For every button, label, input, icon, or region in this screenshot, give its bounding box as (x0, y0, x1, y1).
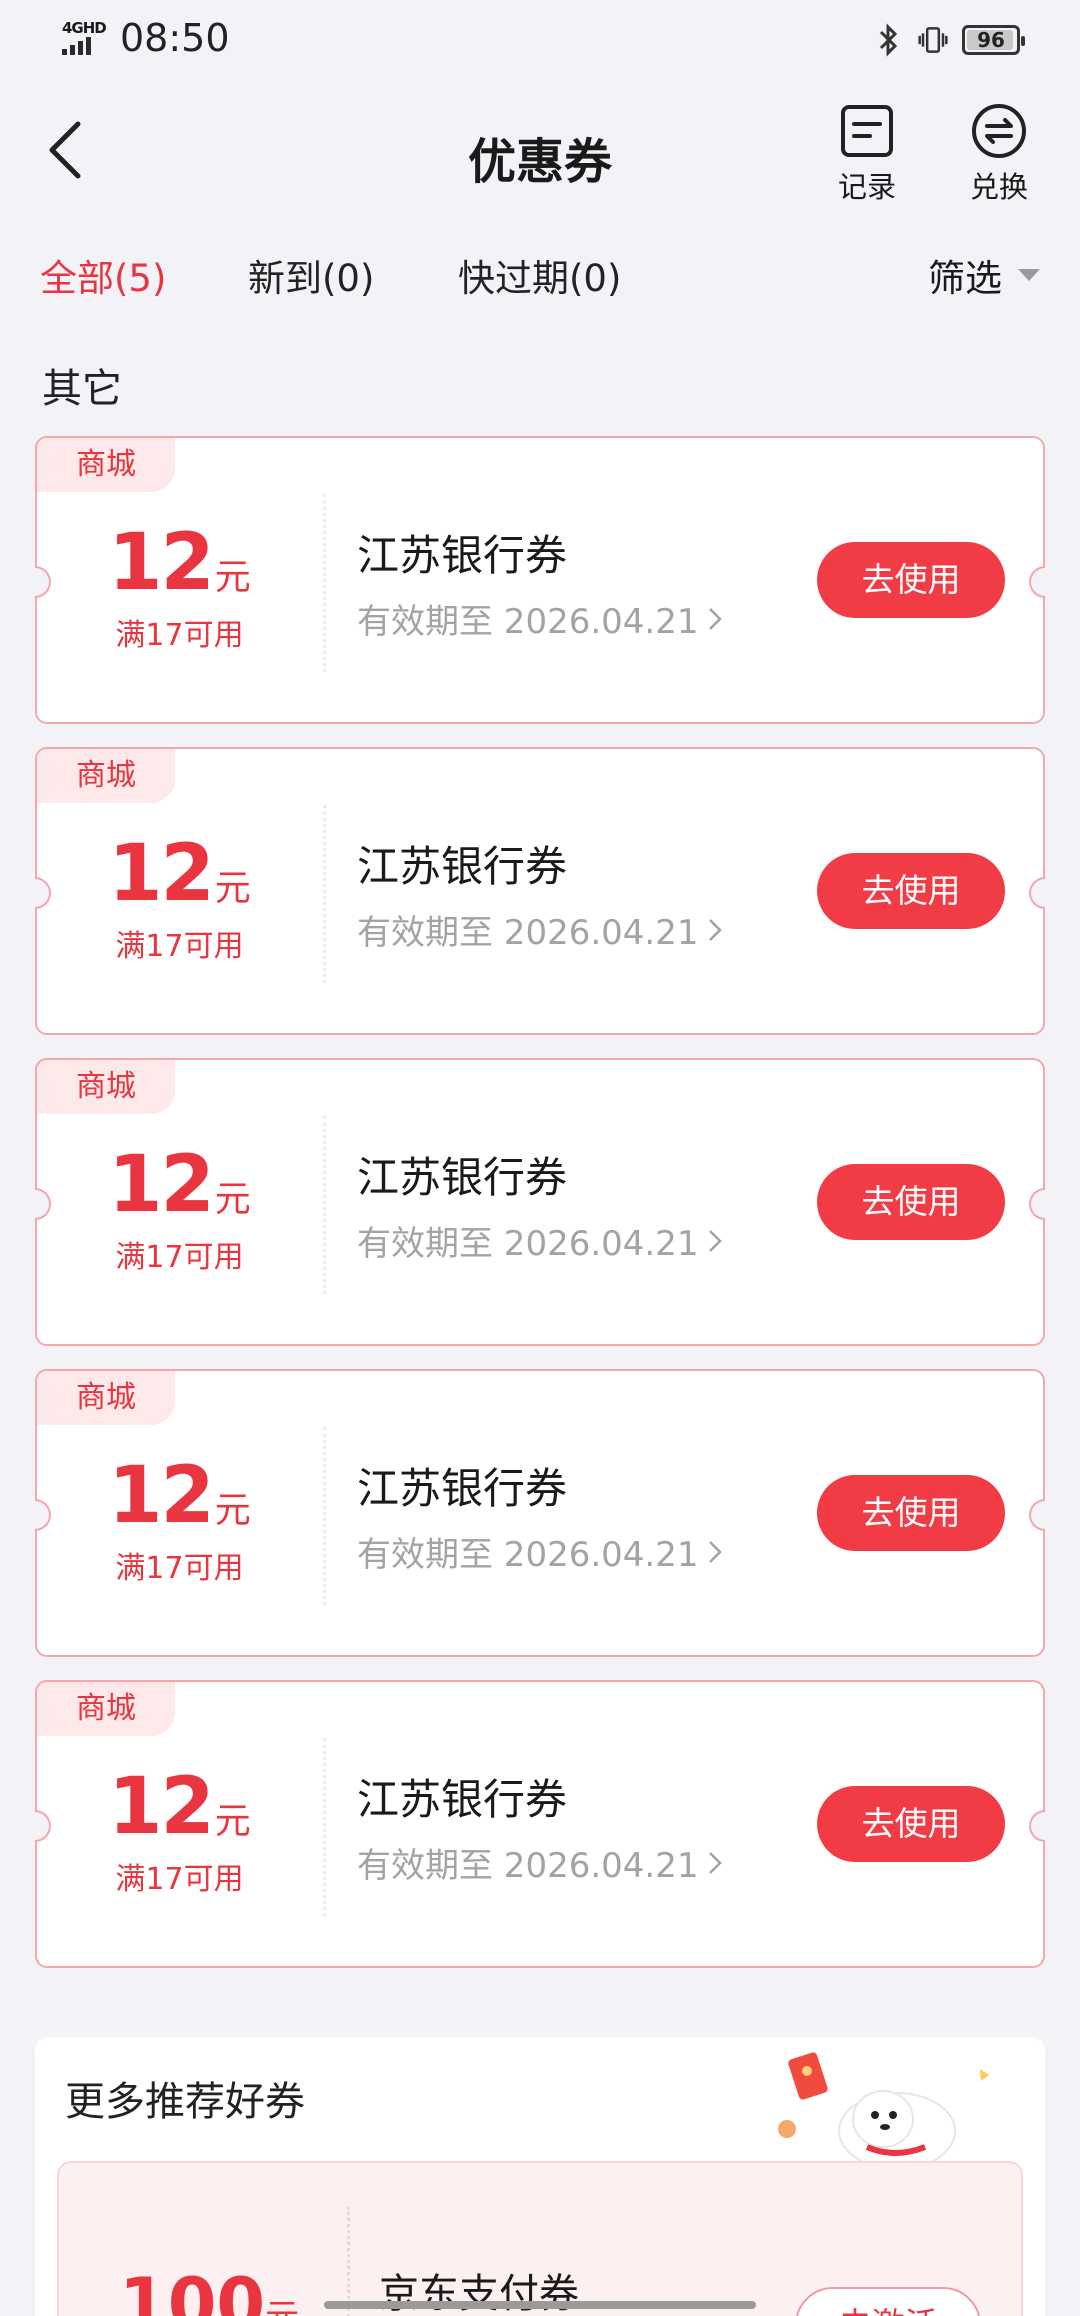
exchange-label: 兑换 (969, 170, 1028, 204)
coupon-name: 江苏银行券 (357, 1153, 568, 1202)
coupon-divider (323, 1738, 326, 1916)
tab-bar: 全部(5) 新到(0) 快过期(0) 筛选 (0, 240, 1080, 310)
coupon-card[interactable]: 商城 12元 满17可用 江苏银行券 有效期至 2026.04.21 去使用 (35, 747, 1045, 1035)
record-icon (838, 102, 896, 160)
chevron-right-icon (709, 1229, 723, 1252)
recommend-title: 更多推荐好券 (65, 2079, 305, 2125)
recommend-coupon-card[interactable]: 100元 京东支付券 去激活 (57, 2161, 1023, 2316)
coupon-card[interactable]: 商城 12元 满17可用 江苏银行券 有效期至 2026.04.21 去使用 (35, 1680, 1045, 1968)
coupon-card[interactable]: 商城 12元 满17可用 江苏银行券 有效期至 2026.04.21 去使用 (35, 1058, 1045, 1346)
coupon-expiry[interactable]: 有效期至 2026.04.21 (357, 1838, 723, 1887)
filter-dropdown[interactable]: 筛选 (928, 248, 1040, 302)
recommend-section: 更多推荐好券 100元 京东支付券 去激活 (35, 2037, 1045, 2316)
page-title: 优惠券 (467, 134, 612, 190)
coupon-expiry[interactable]: 有效期至 2026.04.21 (357, 905, 723, 954)
filter-label: 筛选 (928, 257, 1002, 300)
coupon-name: 江苏银行券 (357, 842, 568, 891)
coupon-tag: 商城 (37, 1371, 175, 1425)
coupon-tag: 商城 (37, 749, 175, 803)
recommend-coupon-amount: 100元 (119, 2263, 299, 2316)
battery-level: 96 (977, 28, 1005, 52)
use-button[interactable]: 去使用 (817, 853, 1005, 929)
coupon-condition: 满17可用 (115, 929, 244, 964)
mascot-illustration (775, 2047, 995, 2177)
vibrate-icon (918, 22, 948, 58)
network-type: 4GHD (62, 19, 107, 37)
coupon-condition: 满17可用 (115, 1240, 244, 1275)
coupon-expiry[interactable]: 有效期至 2026.04.21 (357, 1527, 723, 1576)
battery-icon: 96 (962, 25, 1025, 55)
tab-expiring[interactable]: 快过期(0) (458, 248, 621, 302)
coupon-tag: 商城 (37, 1060, 175, 1114)
coupon-divider (323, 494, 326, 672)
coupon-amount: 12元 (108, 1451, 251, 1541)
coupon-condition: 满17可用 (115, 1862, 244, 1897)
status-time: 08:50 (120, 16, 230, 60)
use-button[interactable]: 去使用 (817, 1786, 1005, 1862)
record-label: 记录 (837, 170, 896, 204)
home-indicator[interactable] (324, 2301, 756, 2309)
coupon-name: 江苏银行券 (357, 1775, 568, 1824)
coupon-amount: 12元 (108, 518, 251, 608)
chevron-right-icon (709, 607, 723, 630)
caret-down-icon (1018, 269, 1040, 281)
chevron-right-icon (709, 918, 723, 941)
bluetooth-icon (874, 22, 904, 58)
coupon-divider (323, 1427, 326, 1605)
coupon-expiry[interactable]: 有效期至 2026.04.21 (357, 594, 723, 643)
use-button[interactable]: 去使用 (817, 542, 1005, 618)
coupon-amount: 12元 (108, 1140, 251, 1230)
tab-all[interactable]: 全部(5) (40, 248, 166, 302)
use-button[interactable]: 去使用 (817, 1164, 1005, 1240)
coupon-amount: 12元 (108, 829, 251, 919)
coupon-divider (323, 805, 326, 983)
coupon-tag: 商城 (37, 1682, 175, 1736)
chevron-right-icon (709, 1540, 723, 1563)
coupon-divider (347, 2207, 350, 2316)
status-bar: 4GHD 08:50 96 (0, 0, 1080, 80)
exchange-icon (970, 102, 1028, 160)
activate-button[interactable]: 去激活 (795, 2287, 981, 2316)
coupon-name: 江苏银行券 (357, 1464, 568, 1513)
tab-new[interactable]: 新到(0) (248, 248, 374, 302)
coupon-divider (323, 1116, 326, 1294)
coupon-condition: 满17可用 (115, 1551, 244, 1586)
header: 优惠券 记录 兑换 (0, 80, 1080, 220)
use-button[interactable]: 去使用 (817, 1475, 1005, 1551)
coupon-tag: 商城 (37, 438, 175, 492)
coupon-card[interactable]: 商城 12元 满17可用 江苏银行券 有效期至 2026.04.21 去使用 (35, 436, 1045, 724)
record-button[interactable]: 记录 (822, 102, 912, 206)
signal-icon: 4GHD (62, 17, 110, 59)
coupon-name: 江苏银行券 (357, 531, 568, 580)
exchange-button[interactable]: 兑换 (954, 102, 1044, 206)
coupon-card[interactable]: 商城 12元 满17可用 江苏银行券 有效期至 2026.04.21 去使用 (35, 1369, 1045, 1657)
chevron-right-icon (709, 1851, 723, 1874)
coupon-amount: 12元 (108, 1762, 251, 1852)
section-title: 其它 (42, 366, 122, 412)
coupon-condition: 满17可用 (115, 618, 244, 653)
coupon-expiry[interactable]: 有效期至 2026.04.21 (357, 1216, 723, 1265)
